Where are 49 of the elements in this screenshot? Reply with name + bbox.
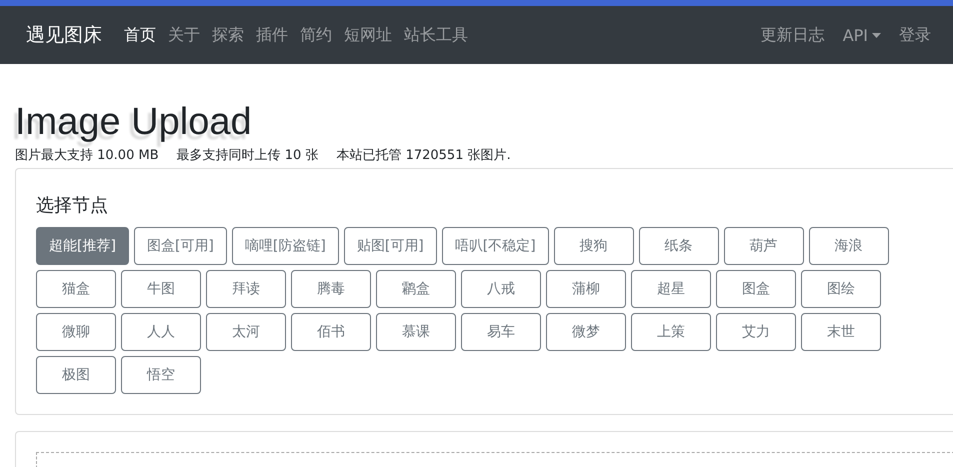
node-button[interactable]: 嘀哩[防盗链]	[232, 227, 339, 265]
info-text: 图片最大支持 10.00 MB	[15, 147, 159, 164]
node-button[interactable]: 海浪	[808, 227, 889, 265]
node-button[interactable]: 人人	[121, 313, 201, 351]
site-brand[interactable]: 遇见图床	[26, 22, 102, 48]
node-button[interactable]: 图绘	[801, 270, 881, 308]
card-title: 选择节点	[36, 194, 109, 217]
node-button[interactable]: 微聊	[36, 313, 116, 351]
node-button[interactable]: 图盒[可用]	[134, 227, 227, 265]
node-button[interactable]: 微梦	[546, 313, 626, 351]
node-button[interactable]: 佰书	[291, 313, 371, 351]
nav-link[interactable]: 短网址	[338, 24, 398, 46]
nav-link[interactable]: 登录	[893, 24, 937, 46]
node-button[interactable]: 末世	[801, 313, 881, 351]
node-button[interactable]: 唔叭[不稳定]	[442, 227, 549, 265]
nav-link[interactable]: 插件	[250, 24, 294, 46]
node-button[interactable]: 超星	[631, 270, 711, 308]
node-button[interactable]: 超能[推荐]	[36, 227, 129, 265]
node-button[interactable]: 拜读	[206, 270, 286, 308]
nav-link[interactable]: 站长工具	[398, 24, 474, 46]
node-button[interactable]: 纸条	[638, 227, 719, 265]
nav-link[interactable]: 简约	[294, 24, 338, 46]
node-button[interactable]: 上策	[631, 313, 711, 351]
node-button[interactable]: 慕课	[376, 313, 456, 351]
node-button[interactable]: 猫盒	[36, 270, 116, 308]
node-button[interactable]: 蒲柳	[546, 270, 626, 308]
node-button[interactable]: 八戒	[461, 270, 541, 308]
node-button[interactable]: 太河	[206, 313, 286, 351]
nav-link[interactable]: 探索	[206, 24, 250, 46]
info-text: 最多支持同时上传 10 张	[176, 147, 318, 164]
node-button[interactable]: 图盒	[716, 270, 796, 308]
nav-link[interactable]: 关于	[162, 24, 206, 46]
node-button[interactable]: 悟空	[121, 356, 201, 394]
drop-zone[interactable]	[36, 452, 953, 467]
node-button[interactable]: 极图	[36, 356, 116, 394]
nav-link[interactable]: 更新日志	[754, 24, 831, 46]
node-button[interactable]: 葫芦	[724, 227, 804, 265]
node-button[interactable]: 搜狗	[554, 227, 634, 265]
caret-icon	[872, 32, 881, 38]
nav-dropdown[interactable]: API	[836, 26, 887, 44]
nav-link[interactable]: 首页	[118, 24, 162, 46]
node-button[interactable]: 贴图[可用]	[344, 227, 437, 265]
node-button[interactable]: 艾力	[716, 313, 796, 351]
node-button[interactable]: 牛图	[121, 270, 201, 308]
node-button[interactable]: 易车	[461, 313, 541, 351]
node-button[interactable]: 腾毒	[291, 270, 371, 308]
node-button[interactable]: 鹴盒	[376, 270, 456, 308]
page-heading: Image Upload	[15, 100, 253, 144]
info-text: 本站已托管 1720551 张图片.	[336, 147, 511, 164]
